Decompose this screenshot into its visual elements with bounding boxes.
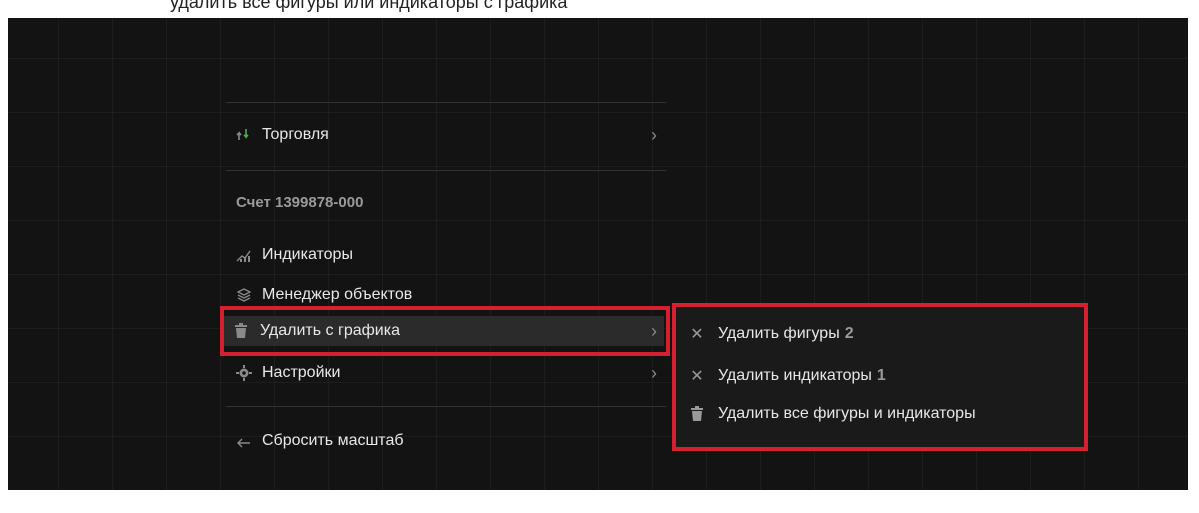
trade-arrows-icon (226, 127, 258, 143)
menu-item-trade[interactable]: Торговля › (226, 120, 664, 150)
menu-item-indicators[interactable]: Индикаторы (226, 240, 664, 270)
menu-item-label: Торговля (262, 126, 329, 143)
menu-divider (226, 406, 666, 407)
menu-divider (226, 102, 666, 103)
account-title: Счет 1399878-000 (236, 194, 364, 211)
chevron-right-icon: › (651, 362, 657, 383)
menu-item-label: Настройки (262, 364, 341, 381)
layers-icon (226, 287, 258, 303)
top-caption: удалить все фигуры или индикаторы с граф… (170, 0, 568, 12)
gear-icon (226, 365, 258, 381)
menu-item-settings[interactable]: Настройки › (226, 358, 664, 388)
highlight-box-submenu (672, 303, 1088, 451)
context-menu: Торговля › Счет 1399878-000 Индикаторы М… (216, 82, 666, 452)
menu-item-label: Индикаторы (262, 246, 353, 263)
page: удалить все фигуры или индикаторы с граф… (0, 0, 1199, 513)
chevron-right-icon: › (651, 124, 657, 145)
back-arrow-icon (226, 433, 258, 449)
menu-divider (226, 170, 666, 171)
highlight-box-remove (220, 306, 670, 356)
indicators-chart-icon (226, 247, 258, 263)
menu-item-reset-scale[interactable]: Сбросить масштаб (226, 426, 664, 456)
menu-item-label: Менеджер объектов (262, 286, 413, 303)
menu-item-label: Сбросить масштаб (262, 432, 404, 449)
